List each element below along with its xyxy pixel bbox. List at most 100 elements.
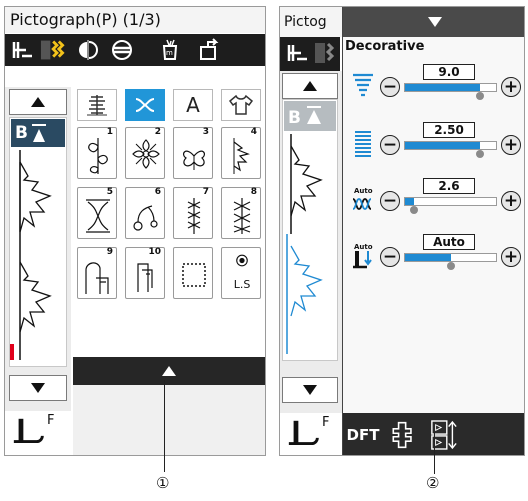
satin-pattern-icon xyxy=(87,95,107,116)
stitch-position-button[interactable] xyxy=(383,415,423,455)
tab-applique[interactable] xyxy=(221,89,261,121)
presser-foot-indicator: F xyxy=(5,411,71,455)
auto-label: Auto xyxy=(354,243,373,251)
star-column-pattern-icon xyxy=(187,198,201,234)
stitch-cell[interactable]: 7 xyxy=(173,187,213,239)
petal-pattern-icon xyxy=(182,150,206,170)
scroll-up-button[interactable] xyxy=(9,89,67,115)
stitch-cell[interactable]: 9 xyxy=(77,247,117,299)
door-pattern-icon xyxy=(137,263,153,292)
stitch-width-icon xyxy=(353,73,373,97)
star-burst-pattern-icon xyxy=(233,138,250,174)
length-value: 2.50 xyxy=(423,122,475,138)
memory-recall-icon[interactable] xyxy=(195,35,225,65)
tab-letters[interactable]: A xyxy=(173,89,213,121)
combination-list[interactable]: B xyxy=(282,99,338,361)
foot-pressure-row: Auto − Auto + xyxy=(343,233,524,283)
stitch-cell[interactable]: 1 xyxy=(77,127,117,179)
decrease-tension-button[interactable]: − xyxy=(380,191,400,211)
auto-foot-pressure-icon: Auto xyxy=(353,243,373,269)
combination-list[interactable]: B xyxy=(9,117,67,367)
triangle-up-icon xyxy=(303,81,317,91)
triangle-down-icon xyxy=(31,383,45,393)
length-fill xyxy=(405,142,480,149)
tension-value: 2.6 xyxy=(423,178,475,194)
foot-label: F xyxy=(47,413,55,428)
stitch-cell[interactable]: 5 xyxy=(77,187,117,239)
tension-knob[interactable] xyxy=(410,206,418,214)
increase-length-button[interactable]: + xyxy=(501,135,521,155)
width-knob[interactable] xyxy=(476,92,484,100)
cherry-pattern-icon xyxy=(133,205,158,231)
memory-delete-icon[interactable]: m xyxy=(155,35,185,65)
increase-tension-button[interactable]: + xyxy=(501,191,521,211)
default-button[interactable]: DFT xyxy=(347,415,380,455)
stitch-cell[interactable]: 3 xyxy=(173,127,213,179)
section-label: Decorative xyxy=(345,39,425,54)
flower-pattern-icon xyxy=(132,139,160,169)
open-panel-button[interactable] xyxy=(73,357,265,385)
ls-label: L.S xyxy=(233,278,251,291)
scroll-down-button[interactable] xyxy=(9,375,67,401)
shirt-icon xyxy=(228,94,254,115)
needle-position-icon xyxy=(392,421,412,449)
callout-1: ① xyxy=(156,474,170,492)
thread-tension-row: Auto − 2.6 + xyxy=(343,177,524,227)
pressure-knob[interactable] xyxy=(447,262,455,270)
twin-needle-icon[interactable] xyxy=(39,35,73,65)
stitch-cell[interactable]: 6 xyxy=(125,187,165,239)
auto-tension-icon: Auto xyxy=(352,187,373,210)
triangle-up-icon xyxy=(162,366,176,376)
combination-column: B F xyxy=(5,87,71,455)
tab-satin[interactable] xyxy=(77,89,117,121)
pressure-slider[interactable] xyxy=(404,253,497,270)
increase-width-button[interactable]: + xyxy=(501,77,521,97)
triangle-down-icon xyxy=(303,385,317,395)
length-knob[interactable] xyxy=(476,150,484,158)
tension-fill xyxy=(405,198,414,205)
stitch-cell[interactable]: 8 xyxy=(221,187,261,239)
decrease-length-button[interactable]: − xyxy=(380,135,400,155)
dotted-square-pattern-icon xyxy=(182,263,206,287)
foot-label: F xyxy=(322,415,330,430)
tab-decorative[interactable] xyxy=(125,89,165,121)
increase-pressure-button[interactable]: + xyxy=(501,247,521,267)
svg-text:B: B xyxy=(288,108,301,128)
presser-foot-icon[interactable] xyxy=(282,38,312,68)
stitch-width-row: − 9.0 + xyxy=(343,63,524,113)
presser-foot-f-icon xyxy=(13,418,44,444)
presser-foot-icon[interactable] xyxy=(7,35,37,65)
bl-badge: B xyxy=(11,119,65,147)
bl-badge: B xyxy=(284,101,336,131)
twin-needle-icon[interactable] xyxy=(314,38,338,68)
stitch-length-icon xyxy=(355,131,371,157)
combination-mode-button[interactable] xyxy=(427,415,461,455)
callout-2: ② xyxy=(426,474,440,492)
settings-screen: Pictog B F Decorative − 9.0 + − 2.50 + A… xyxy=(279,6,525,456)
pressure-fill xyxy=(405,254,451,261)
lock-stitch-cell[interactable]: L.S xyxy=(221,247,261,299)
tension-slider[interactable] xyxy=(404,197,497,214)
stitch-cell[interactable] xyxy=(173,247,213,299)
mirror-image-icon[interactable] xyxy=(73,35,103,65)
elongation-icon[interactable] xyxy=(107,35,137,65)
scroll-down-button[interactable] xyxy=(282,377,338,403)
scroll-up-button[interactable] xyxy=(282,73,338,99)
width-slider[interactable] xyxy=(404,83,497,100)
decrease-width-button[interactable]: − xyxy=(380,77,400,97)
stitch-cell[interactable]: 4 xyxy=(221,127,261,179)
length-slider[interactable] xyxy=(404,141,497,158)
screen-title: Pictog xyxy=(280,7,350,37)
combination-column: B F xyxy=(280,71,342,455)
combined-pattern-preview xyxy=(286,134,323,354)
triangle-down-icon xyxy=(428,17,442,27)
panel-area xyxy=(73,385,265,455)
stitch-cell[interactable]: 10 xyxy=(125,247,165,299)
category-tabs: A xyxy=(77,89,263,123)
decrease-pressure-button[interactable]: − xyxy=(380,247,400,267)
pressure-value: Auto xyxy=(423,234,475,250)
stitch-cell[interactable]: 2 xyxy=(125,127,165,179)
close-panel-button[interactable] xyxy=(343,7,524,37)
presser-foot-f-icon xyxy=(288,420,319,446)
triangle-up-icon xyxy=(31,97,45,107)
